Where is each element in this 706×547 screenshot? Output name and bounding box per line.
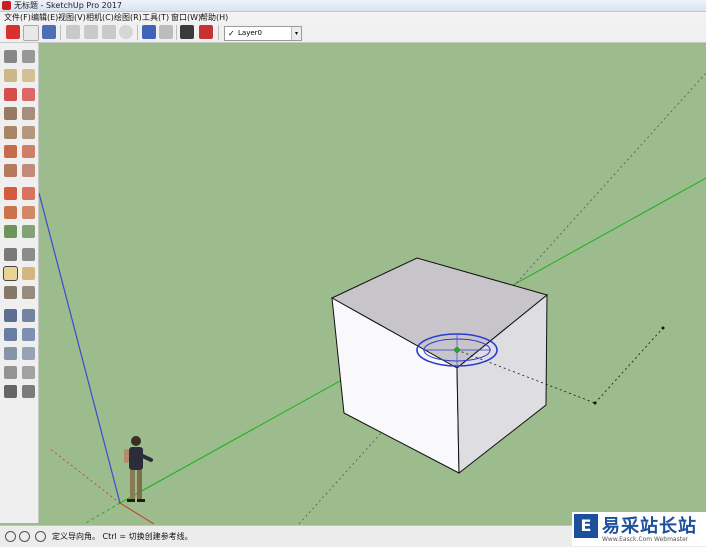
menu-camera[interactable]: 相机(C): [86, 12, 114, 23]
toolbar-separator: [218, 25, 219, 40]
toolbar-separator: [60, 25, 61, 40]
pie-icon[interactable]: [22, 164, 35, 177]
credits-icon[interactable]: [19, 531, 30, 542]
redo-icon[interactable]: [159, 25, 173, 39]
menu-window[interactable]: 窗口(W): [171, 12, 201, 23]
zoom-extents-icon[interactable]: [4, 347, 17, 360]
previous-view-icon[interactable]: [22, 347, 35, 360]
sketchup-app-icon: [2, 1, 11, 10]
window-title: 无标题 - SketchUp Pro 2017: [14, 1, 122, 10]
easck-logo-icon: E: [574, 514, 598, 538]
chevron-down-icon[interactable]: ▾: [291, 27, 301, 40]
select-icon[interactable]: [4, 50, 17, 63]
geo-location-icon[interactable]: [5, 531, 16, 542]
move-icon[interactable]: [4, 187, 17, 200]
undo-icon[interactable]: [142, 25, 156, 39]
help-icon[interactable]: [35, 531, 46, 542]
menu-help[interactable]: 帮助(H): [200, 12, 228, 23]
cut-icon[interactable]: [66, 25, 80, 39]
print-icon[interactable]: [180, 25, 194, 39]
walk-icon[interactable]: [4, 385, 17, 398]
toolbar-separator: [176, 25, 177, 40]
arc-icon[interactable]: [4, 145, 17, 158]
protractor-icon[interactable]: [3, 266, 18, 281]
menu-file[interactable]: 文件(F): [4, 12, 31, 23]
rotated-rectangle-icon[interactable]: [22, 107, 35, 120]
watermark-title: 易采站长站: [602, 516, 697, 537]
offset-icon[interactable]: [22, 225, 35, 238]
layer-visible-check: ✓: [228, 29, 235, 38]
push-pull-icon[interactable]: [22, 187, 35, 200]
text-icon[interactable]: [22, 267, 35, 280]
drawing-viewport[interactable]: [39, 43, 706, 524]
layer-name: Layer0: [238, 29, 262, 37]
main-toolbar: [0, 23, 706, 43]
status-message: 定义导向角。 Ctrl = 切换创建参考线。: [52, 532, 193, 541]
three-point-arc-icon[interactable]: [4, 164, 17, 177]
getting-started-icon[interactable]: [6, 25, 20, 39]
guide-point: [661, 326, 665, 330]
look-around-icon[interactable]: [22, 366, 35, 379]
menu-tools[interactable]: 工具(T): [142, 12, 169, 23]
line-icon[interactable]: [4, 88, 17, 101]
eraser-icon[interactable]: [22, 69, 35, 82]
polygon-icon[interactable]: [22, 126, 35, 139]
component-icon[interactable]: [22, 50, 35, 63]
layer-dropdown[interactable]: ✓ Layer0 ▾: [224, 26, 302, 41]
large-tool-set: [0, 43, 39, 523]
pan-icon[interactable]: [22, 309, 35, 322]
scale-icon[interactable]: [4, 225, 17, 238]
toolbar-separator: [137, 25, 138, 40]
tape-measure-icon[interactable]: [4, 248, 17, 261]
axes-icon[interactable]: [4, 286, 17, 299]
copy-icon[interactable]: [84, 25, 98, 39]
orbit-icon[interactable]: [4, 309, 17, 322]
site-watermark: E 易采站长站 Www.Easck.Com Webmaster: [572, 512, 706, 546]
menu-view[interactable]: 视图(V): [58, 12, 86, 23]
zoom-window-icon[interactable]: [22, 328, 35, 341]
save-icon[interactable]: [42, 25, 56, 39]
rotate-icon[interactable]: [4, 206, 17, 219]
guide-point: [593, 401, 597, 405]
new-file-icon[interactable]: [23, 25, 39, 41]
menu-draw[interactable]: 绘图(R): [114, 12, 142, 23]
paint-bucket-icon[interactable]: [4, 69, 17, 82]
section-plane-icon[interactable]: [22, 385, 35, 398]
position-camera-icon[interactable]: [4, 366, 17, 379]
model-info-icon[interactable]: [199, 25, 213, 39]
circle-icon[interactable]: [4, 126, 17, 139]
watermark-url: Www.Easck.Com Webmaster: [602, 536, 689, 543]
title-bar: 无标题 - SketchUp Pro 2017: [0, 0, 706, 12]
rectangle-icon[interactable]: [4, 107, 17, 120]
zoom-icon[interactable]: [4, 328, 17, 341]
menu-edit[interactable]: 编辑(E): [31, 12, 58, 23]
paste-icon[interactable]: [102, 25, 116, 39]
dimension-icon[interactable]: [22, 248, 35, 261]
erase-icon[interactable]: [119, 25, 133, 39]
3d-text-icon[interactable]: [22, 286, 35, 299]
two-point-arc-icon[interactable]: [22, 145, 35, 158]
follow-me-icon[interactable]: [22, 206, 35, 219]
freehand-icon[interactable]: [22, 88, 35, 101]
protractor-cursor: [416, 333, 498, 367]
